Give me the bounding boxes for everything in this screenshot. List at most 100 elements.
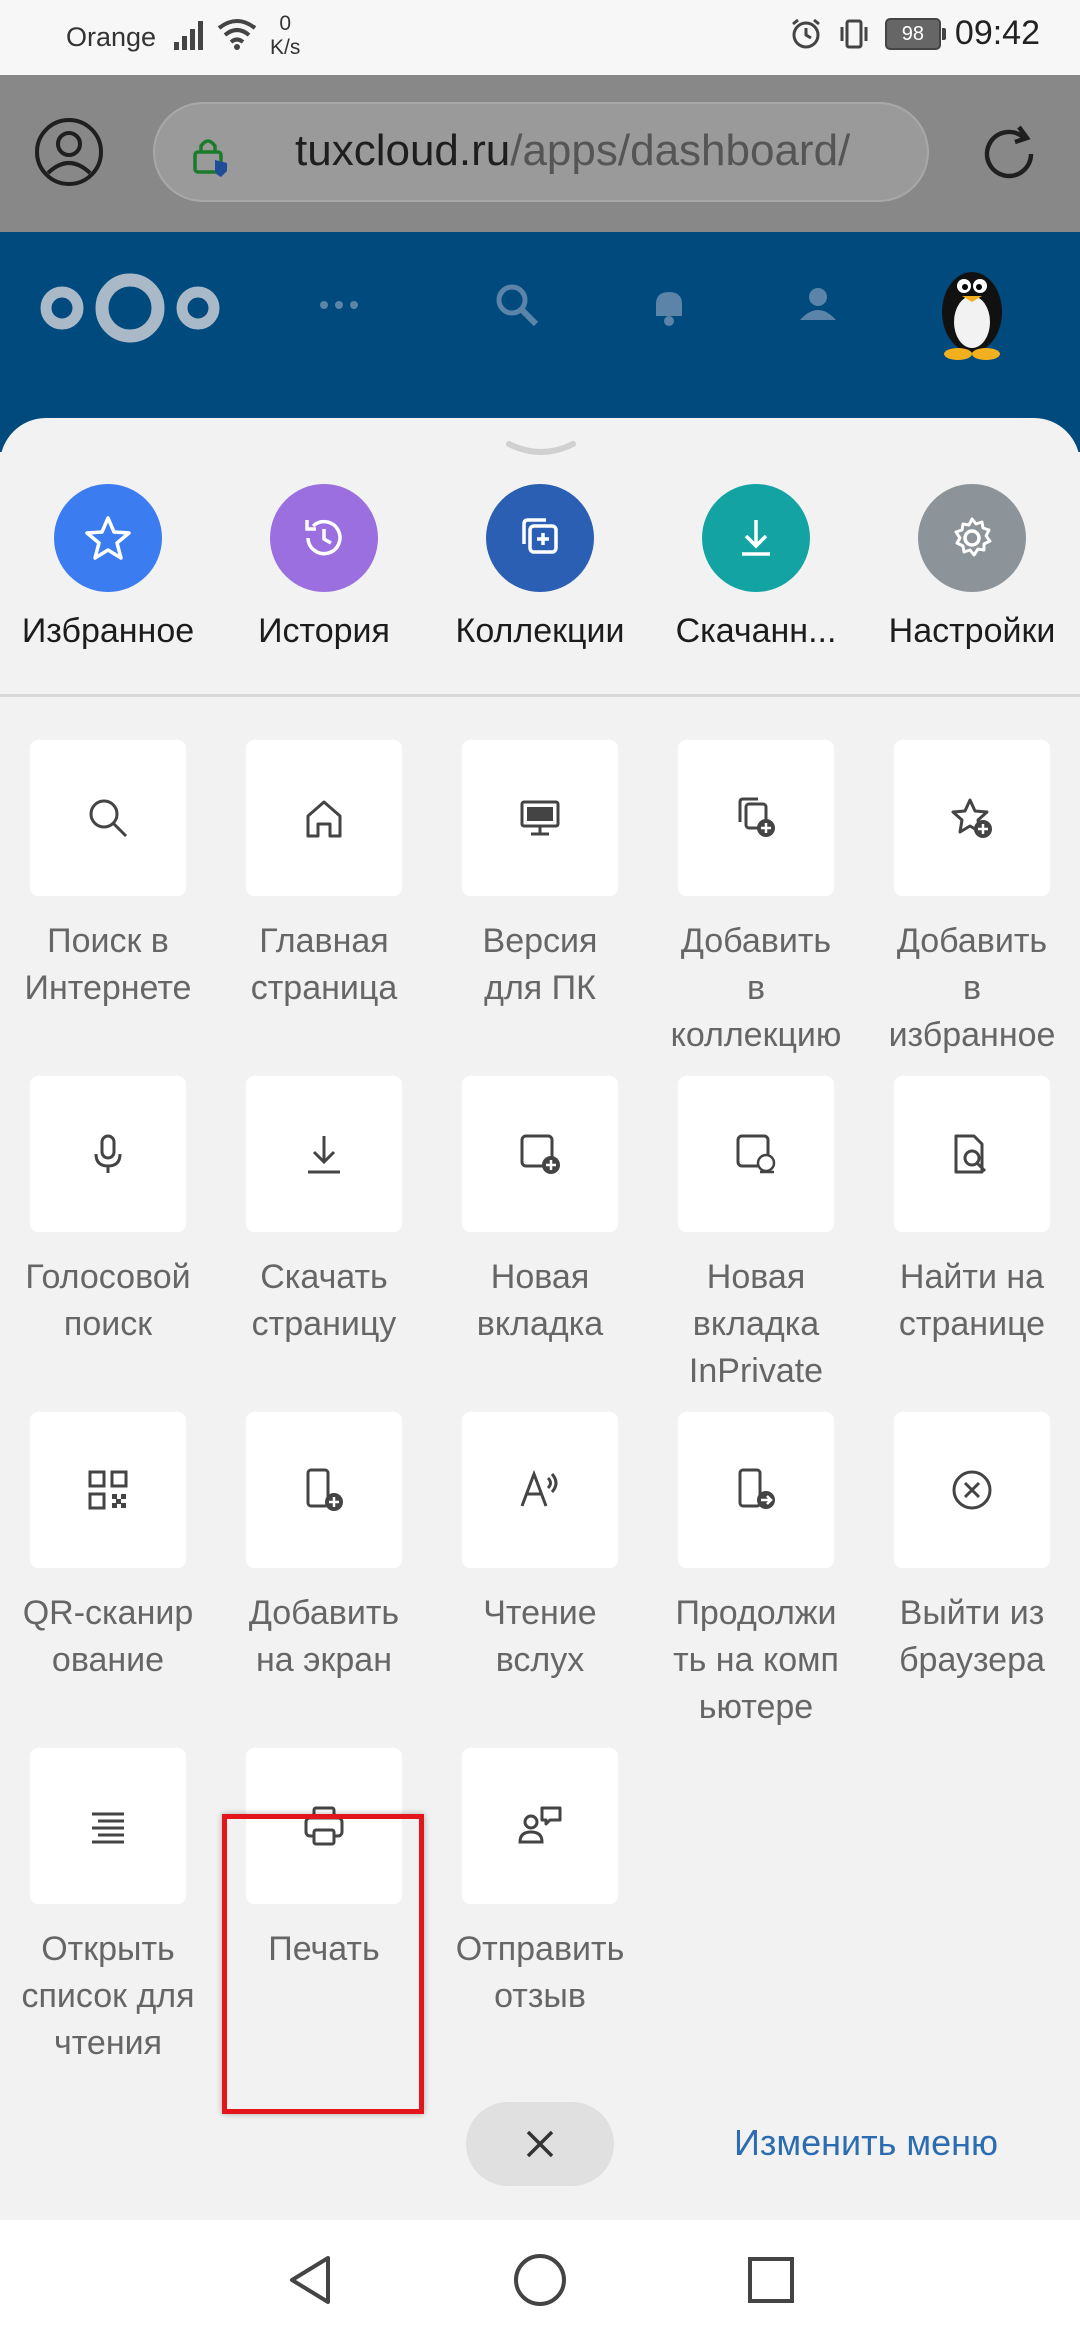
qr-icon xyxy=(88,1470,128,1510)
add-to-screen-icon xyxy=(306,1468,343,1511)
menu-item-new-inprivate-tab[interactable]: Новая вкладка InPrivate xyxy=(648,1076,864,1395)
tile-box[interactable] xyxy=(678,1412,834,1568)
menu-item-voice-search[interactable]: Голосовой поиск xyxy=(0,1076,216,1348)
tile-box[interactable] xyxy=(30,1076,186,1232)
tile-box[interactable] xyxy=(462,1076,618,1232)
network-speed: 0 K/s xyxy=(270,12,301,59)
tile-box[interactable] xyxy=(30,740,186,896)
tile-box[interactable] xyxy=(246,740,402,896)
menu-item-qr-scanner[interactable]: QR-сканир ование xyxy=(0,1412,216,1684)
menu-item-new-tab[interactable]: Новая вкладка xyxy=(432,1076,648,1348)
history-circle[interactable] xyxy=(270,484,378,592)
menu-item-add-to-home-screen[interactable]: Добавить на экран xyxy=(216,1412,432,1684)
menu-item-label: Добавить в коллекцию xyxy=(670,922,842,1054)
tile-box[interactable] xyxy=(462,740,618,896)
alarm-icon xyxy=(791,18,820,48)
collections-icon xyxy=(522,518,558,554)
more-apps-icon[interactable] xyxy=(314,280,364,330)
menu-item-label: Найти на странице xyxy=(898,1258,1046,1343)
menu-item-exit-browser[interactable]: Выйти из браузера xyxy=(864,1412,1080,1684)
nextcloud-logo-icon[interactable] xyxy=(38,266,222,350)
tile-box[interactable] xyxy=(894,1412,1050,1568)
menu-item-web-search[interactable]: Поиск в Интернете xyxy=(0,740,216,1012)
contacts-icon[interactable] xyxy=(794,280,844,330)
tile-box[interactable] xyxy=(894,1076,1050,1232)
status-bar: Orange 0 K/s 98 09:42 xyxy=(0,0,1080,75)
divider xyxy=(0,694,1080,697)
menu-item-label: Выйти из браузера xyxy=(899,1594,1045,1679)
menu-item-send-feedback[interactable]: Отправить отзыв xyxy=(432,1748,648,2020)
reading-list-icon xyxy=(92,1812,124,1844)
reload-icon[interactable] xyxy=(975,120,1043,188)
system-navigation-bar xyxy=(0,2220,1080,2340)
back-icon[interactable] xyxy=(282,2250,338,2310)
menu-item-label: Чтение вслух xyxy=(483,1594,597,1679)
favorites-circle[interactable] xyxy=(54,484,162,592)
menu-item-label: Скачать страницу xyxy=(251,1258,397,1343)
download-icon xyxy=(308,1136,340,1174)
settings-circle[interactable] xyxy=(918,484,1026,592)
menu-item-download-page[interactable]: Скачать страницу xyxy=(216,1076,432,1348)
menu-item-label: Голосовой поиск xyxy=(25,1258,191,1343)
collections-circle[interactable] xyxy=(486,484,594,592)
menu-item-label: Новая вкладка xyxy=(476,1258,604,1343)
exit-icon xyxy=(952,1470,992,1510)
tile-box[interactable] xyxy=(30,1412,186,1568)
lock-icon[interactable] xyxy=(191,134,231,178)
feedback-icon xyxy=(518,1806,562,1844)
menu-item-add-to-collection[interactable]: Добавить в коллекцию xyxy=(648,740,864,1059)
find-on-page-icon xyxy=(954,1134,987,1174)
tile-box[interactable] xyxy=(894,740,1050,896)
desktop-icon xyxy=(520,800,560,836)
menu-item-label: Добавить в избранное xyxy=(888,922,1056,1054)
quick-action-favorites[interactable]: Избранное xyxy=(0,484,216,651)
quick-action-label: Коллекции xyxy=(455,612,625,650)
quick-action-label: Настройки xyxy=(888,612,1056,650)
history-icon xyxy=(305,519,342,556)
menu-item-label: Поиск в Интернете xyxy=(24,922,192,1007)
browser-menu-sheet: Избранное История Коллекции Скачанн... Н… xyxy=(0,418,1080,2220)
tile-box[interactable] xyxy=(462,1748,618,1904)
menu-item-add-to-favorites[interactable]: Добавить в избранное xyxy=(864,740,1080,1059)
url-host: tuxcloud.ru xyxy=(295,126,511,175)
notifications-icon[interactable] xyxy=(644,280,694,330)
edit-menu-link[interactable]: Изменить меню xyxy=(734,2122,998,2164)
url-path: /apps/dashboard/ xyxy=(510,126,851,175)
tile-box[interactable] xyxy=(462,1412,618,1568)
address-bar[interactable]: tuxcloud.ru/apps/dashboard/ xyxy=(153,102,929,202)
menu-item-read-aloud[interactable]: Чтение вслух xyxy=(432,1412,648,1684)
tile-box[interactable] xyxy=(246,1076,402,1232)
menu-item-label: Главная страница xyxy=(250,922,398,1007)
profile-icon[interactable] xyxy=(34,117,104,187)
close-menu-button[interactable] xyxy=(466,2102,614,2186)
quick-action-label: Избранное xyxy=(21,612,195,650)
tile-box[interactable] xyxy=(678,740,834,896)
menu-item-home[interactable]: Главная страница xyxy=(216,740,432,1012)
avatar[interactable] xyxy=(924,256,1020,360)
recent-apps-icon[interactable] xyxy=(743,2250,799,2310)
highlight-box xyxy=(222,1814,424,2114)
quick-action-history[interactable]: История xyxy=(216,484,432,651)
menu-item-find-on-page[interactable]: Найти на странице xyxy=(864,1076,1080,1348)
url-text: tuxcloud.ru/apps/dashboard/ xyxy=(295,126,850,176)
tile-box[interactable] xyxy=(678,1076,834,1232)
menu-item-reading-list[interactable]: Открыть список для чтения xyxy=(0,1748,216,2067)
home-icon xyxy=(306,800,342,838)
menu-item-continue-on-pc[interactable]: Продолжи ть на комп ьютере xyxy=(648,1412,864,1731)
menu-item-label: QR-сканир ование xyxy=(22,1594,194,1679)
tile-box[interactable] xyxy=(30,1748,186,1904)
home-button-icon[interactable] xyxy=(511,2250,569,2310)
tile-box[interactable] xyxy=(246,1412,402,1568)
search-icon[interactable] xyxy=(492,280,542,330)
star-icon xyxy=(85,516,131,560)
vibrate-icon xyxy=(840,19,868,48)
quick-action-downloads[interactable]: Скачанн... xyxy=(648,484,864,651)
wifi-icon xyxy=(217,19,257,50)
add-favorite-icon xyxy=(951,798,992,838)
downloads-circle[interactable] xyxy=(702,484,810,592)
clock: 09:42 xyxy=(954,14,1040,52)
menu-item-desktop-version[interactable]: Версия для ПК xyxy=(432,740,648,1012)
quick-action-settings[interactable]: Настройки xyxy=(864,484,1080,651)
sheet-handle[interactable] xyxy=(505,438,577,458)
quick-action-collections[interactable]: Коллекции xyxy=(432,484,648,651)
